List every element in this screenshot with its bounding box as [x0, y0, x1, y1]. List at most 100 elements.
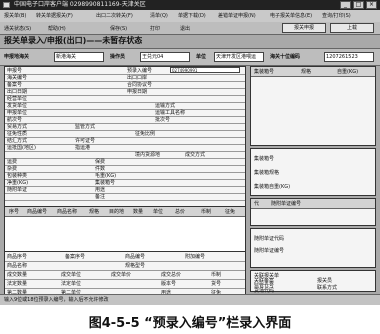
col-header: 商品编号: [27, 209, 48, 215]
form-row: 备注: [5, 193, 245, 201]
window-title: 中国电子口岸客户端 0298990811169-天津关区: [14, 1, 146, 8]
field-label: 报关员: [317, 278, 333, 284]
field-label: 杂费: [7, 166, 18, 172]
container-detail-panel: 集装箱号 集装箱规格 集装箱自重(KG): [250, 148, 376, 196]
col-header: 随附单证编号: [271, 201, 302, 207]
attached-docs-header: 代 随附单证编号: [251, 199, 375, 209]
title-bar: 中国电子口岸客户端 0298990811169-天津关区 _ □ ×: [0, 0, 380, 10]
menu-query-print[interactable]: 查询/打印(S): [322, 12, 351, 19]
field-label: 保费: [95, 159, 106, 165]
status-bar: 输入9位或18位预录入编号，输入后不允许修改: [0, 294, 380, 305]
customs-code-label: 海关十位编码: [270, 54, 301, 60]
field-label: 联系方式: [317, 285, 338, 291]
customs-code-field[interactable]: 1207261523: [324, 52, 374, 62]
pre-entry-number-label: 预录入编号: [127, 68, 153, 74]
menu-e-declaration[interactable]: 电子报关单信息(E): [270, 12, 312, 19]
col-header: 征免: [225, 209, 236, 215]
container-list-header: 集装箱号 规格 自重(KG): [251, 67, 375, 77]
field-label: 成交数量: [7, 272, 28, 278]
field-label: 出口口岸: [127, 75, 148, 81]
field-label: 运费: [7, 159, 18, 165]
page-heading: 报关单录入/申报(出口)——未暂存状态: [4, 36, 143, 45]
attached-docs-detail: 随附单证代码 随附单证编号: [250, 228, 376, 268]
field-label: 货号: [211, 281, 222, 287]
field-label: 成交单价: [111, 272, 132, 278]
field-label: 货场代码: [254, 288, 275, 294]
field-label: 发货单位: [7, 103, 28, 109]
port-label: 申报地海关: [4, 54, 30, 60]
field-label: 包装种类: [7, 173, 28, 179]
field-label: 合同协议号: [127, 82, 153, 88]
col-header: 规格: [301, 69, 312, 75]
field-label: 成交方式: [185, 152, 206, 158]
field-label: 附加编号: [185, 254, 206, 260]
maximize-button[interactable]: □: [353, 1, 364, 9]
field-label: 申报日期: [127, 89, 148, 95]
field-label: 商品名称: [7, 263, 28, 269]
menu-clearance-status[interactable]: 通关状态(S): [4, 25, 31, 32]
field-label: 申报号: [7, 68, 23, 74]
field-label: 运输工具名称: [155, 110, 186, 116]
field-label: 成交单位: [61, 272, 82, 278]
menu-download[interactable]: 单据下载(D): [178, 12, 206, 19]
field-label: 商品序号: [7, 254, 28, 260]
pre-entry-number-input[interactable]: 0274990991: [170, 67, 240, 73]
field-label: 集装箱自重(KG): [254, 184, 291, 190]
attached-docs-list[interactable]: 代 随附单证编号: [250, 198, 376, 226]
port-field[interactable]: 新港海关: [54, 52, 104, 62]
field-label: 规格型号: [125, 263, 146, 269]
field-label: 法定单位: [61, 281, 82, 287]
col-header: 单位: [153, 209, 164, 215]
field-label: 经营单位: [7, 96, 28, 102]
field-label: 件数: [95, 166, 106, 172]
menu-export-transfer[interactable]: 出口二次转关(F): [96, 12, 133, 19]
info-bar: 申报地海关 新港海关 操作员 王兑元04 单位 天津开发区港喂运 海关十位编码 …: [0, 48, 380, 66]
minimize-button[interactable]: _: [340, 1, 351, 9]
menu-help[interactable]: 帮助(H): [48, 25, 66, 32]
field-label: 随附单证代码: [254, 236, 285, 242]
col-header: 商品名称: [57, 209, 78, 215]
close-button[interactable]: ×: [366, 1, 377, 9]
container-list-panel[interactable]: 集装箱号 规格 自重(KG): [250, 66, 376, 146]
col-header: 代: [254, 201, 260, 207]
declaration-form: 申报号 预录入编号 0274990991 海关编号 出口口岸 备案号 合同协议号…: [4, 66, 246, 300]
figure-caption: 图4-5-5 “预录入编号”栏录入界面: [88, 316, 292, 331]
field-label: 币制: [211, 272, 222, 278]
field-label: 许可证号: [75, 138, 96, 144]
unit-field[interactable]: 天津开发区港喂运: [214, 52, 264, 62]
field-label: 备注: [95, 194, 106, 200]
field-label: 随附单证: [7, 187, 28, 193]
menu-transfer[interactable]: 转关单据报关(F): [36, 12, 73, 19]
field-label: 用途: [95, 187, 106, 193]
goods-table[interactable]: 序号 商品编号 商品名称 规格 目的地 数量 单位 总价 币制 征免: [5, 206, 245, 252]
field-label: 集装箱号: [95, 180, 116, 186]
upload-button[interactable]: 上载: [330, 23, 374, 33]
field-label: 征免比例: [135, 131, 156, 137]
field-label: 备案序号: [65, 254, 86, 260]
print-button[interactable]: 打印: [150, 25, 160, 32]
field-label: 指运港: [75, 145, 91, 151]
related-info-panel: 关联报关单 关联备案 监管仓号 货场代码 报关员 联系方式: [250, 270, 376, 294]
field-label: 集装箱规格: [254, 170, 280, 176]
menu-list[interactable]: 清单(Q): [150, 12, 168, 19]
field-label: 境内货源地: [135, 152, 161, 158]
field-label: 结汇方式: [7, 138, 28, 144]
operator-field[interactable]: 王兑元04: [140, 52, 190, 62]
menu-error-docs[interactable]: 差错单证申报(N): [218, 12, 256, 19]
field-label: 批次号: [155, 117, 171, 123]
col-header: 币制: [201, 209, 212, 215]
field-label: 运抵国(地区): [7, 145, 36, 151]
save-button[interactable]: 保存(S): [110, 25, 127, 32]
field-label: 申报单位: [7, 110, 28, 116]
exit-button[interactable]: 退出: [180, 25, 190, 32]
col-header: 总价: [175, 209, 186, 215]
field-label: 征免性质: [7, 131, 28, 137]
menu-declaration[interactable]: 报关单(B): [4, 12, 26, 19]
field-label: 净重(KG): [7, 180, 29, 186]
field-label: 集装箱号: [254, 156, 275, 162]
application-window: 中国电子口岸客户端 0298990811169-天津关区 _ □ × 报关单(B…: [0, 0, 380, 305]
col-header: 序号: [9, 209, 20, 215]
field-label: 商品编号: [125, 254, 146, 260]
declare-button[interactable]: 报关申报: [282, 23, 326, 33]
col-header: 规格: [89, 209, 100, 215]
